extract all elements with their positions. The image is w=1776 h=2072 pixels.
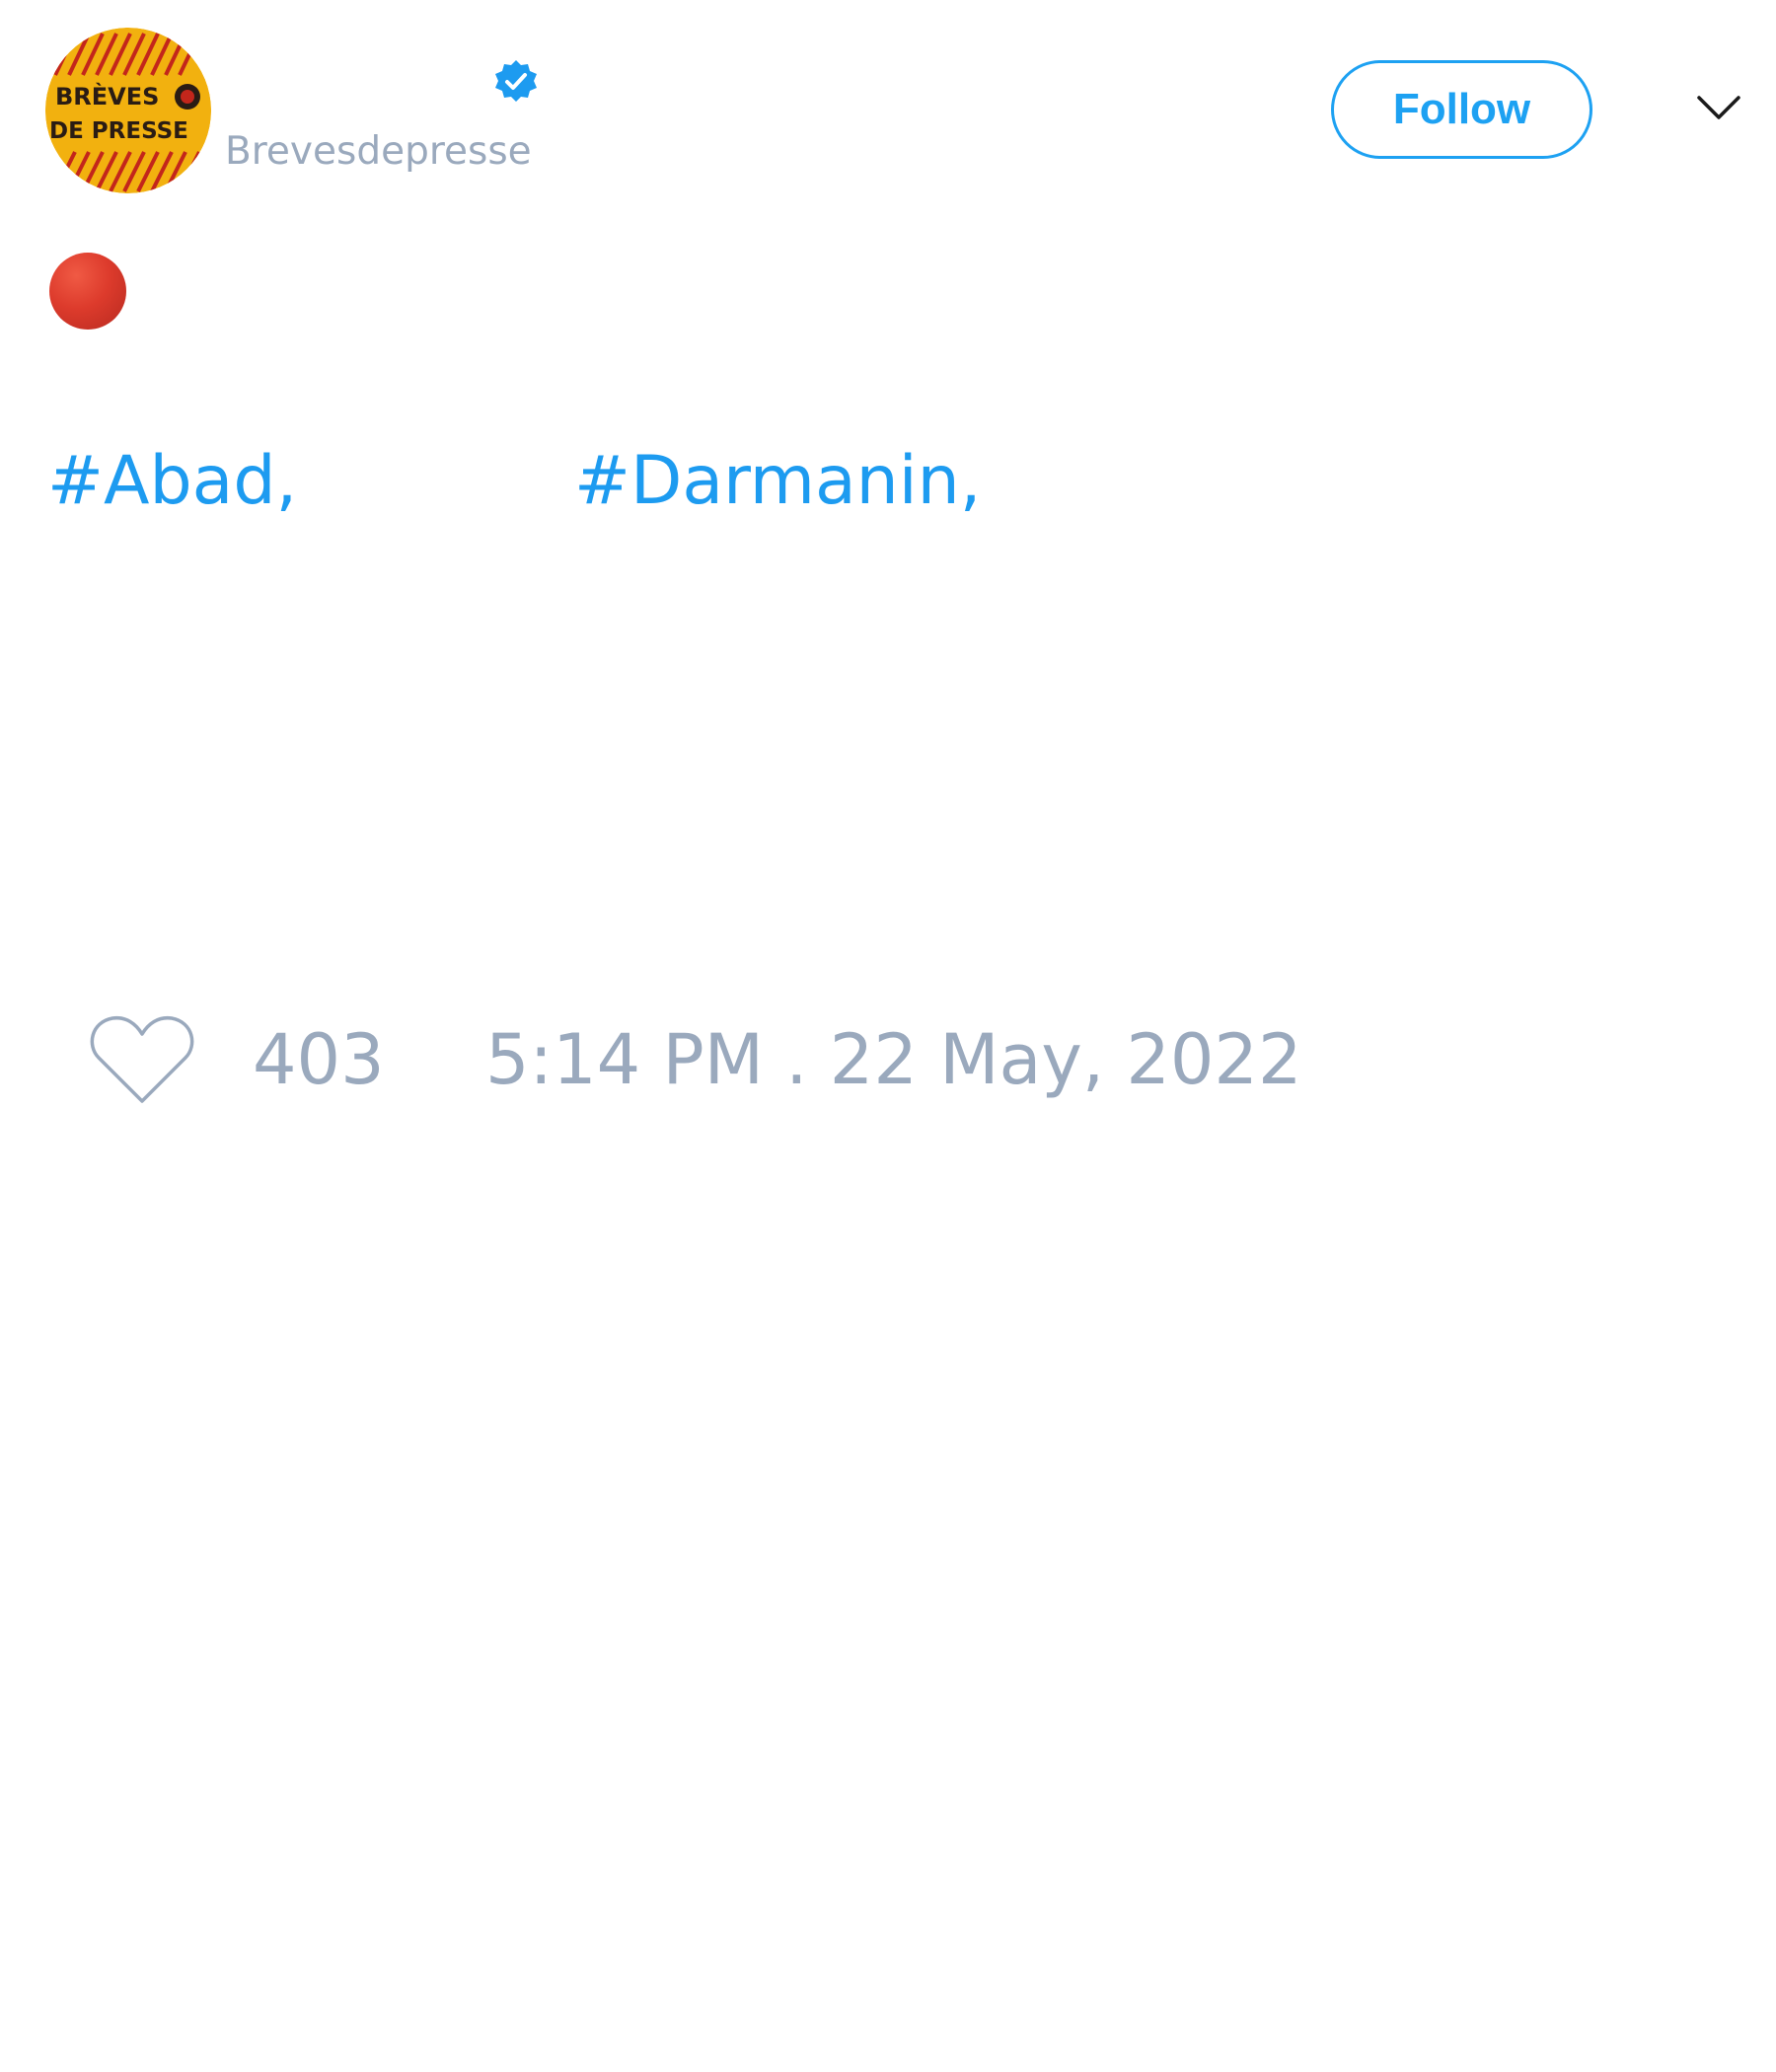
svg-text:DE PRESSE: DE PRESSE bbox=[49, 118, 188, 144]
svg-text:BRÈVES: BRÈVES bbox=[55, 82, 159, 111]
author-handle[interactable]: Brevesdepresse bbox=[225, 128, 532, 176]
chevron-down-icon[interactable] bbox=[1695, 93, 1742, 122]
avatar[interactable]: BRÈVES DE PRESSE bbox=[45, 28, 211, 193]
heart-icon[interactable] bbox=[89, 1012, 195, 1107]
verified-badge-icon bbox=[495, 60, 537, 102]
hashtag-darmanin-link[interactable]: #Darmanin, bbox=[574, 442, 981, 521]
avatar-logo: BRÈVES DE PRESSE bbox=[45, 28, 211, 193]
tweet-timestamp[interactable]: 5:14 PM . 22 May, 2022 bbox=[485, 1019, 1302, 1100]
like-count: 403 bbox=[253, 1019, 385, 1100]
red-circle-emoji bbox=[49, 253, 126, 330]
follow-button[interactable]: Follow bbox=[1331, 60, 1592, 159]
hashtag-abad-link[interactable]: #Abad, bbox=[47, 442, 297, 521]
